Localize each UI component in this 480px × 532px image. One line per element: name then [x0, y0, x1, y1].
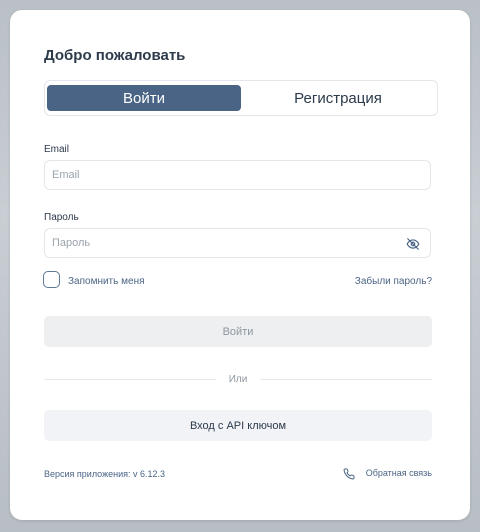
password-label: Пароль [44, 212, 79, 223]
api-key-login-button[interactable]: Вход с API ключом [44, 410, 432, 441]
login-card: Добро пожаловать Войти Регистрация Email… [10, 10, 470, 520]
tab-register[interactable]: Регистрация [241, 85, 435, 111]
forgot-password-link[interactable]: Забыли пароль? [355, 276, 432, 287]
feedback-link[interactable]: Обратная связь [343, 467, 432, 480]
divider-left [44, 379, 216, 380]
eye-slash-icon[interactable] [406, 237, 420, 251]
app-version: Версия приложения: v 6.12.3 [44, 469, 165, 479]
divider-right [260, 379, 432, 380]
password-input[interactable] [44, 228, 431, 258]
remember-label[interactable]: Запомнить меня [68, 276, 145, 287]
email-input[interactable] [44, 160, 431, 190]
or-separator: Или [228, 374, 248, 385]
tab-login[interactable]: Войти [47, 85, 241, 111]
email-label: Email [44, 144, 70, 155]
login-button[interactable]: Войти [44, 316, 432, 347]
remember-checkbox[interactable] [43, 271, 60, 288]
auth-tabs: Войти Регистрация [44, 80, 438, 116]
phone-icon [343, 467, 355, 480]
page-title: Добро пожаловать [44, 47, 186, 64]
feedback-label: Обратная связь [365, 468, 432, 478]
